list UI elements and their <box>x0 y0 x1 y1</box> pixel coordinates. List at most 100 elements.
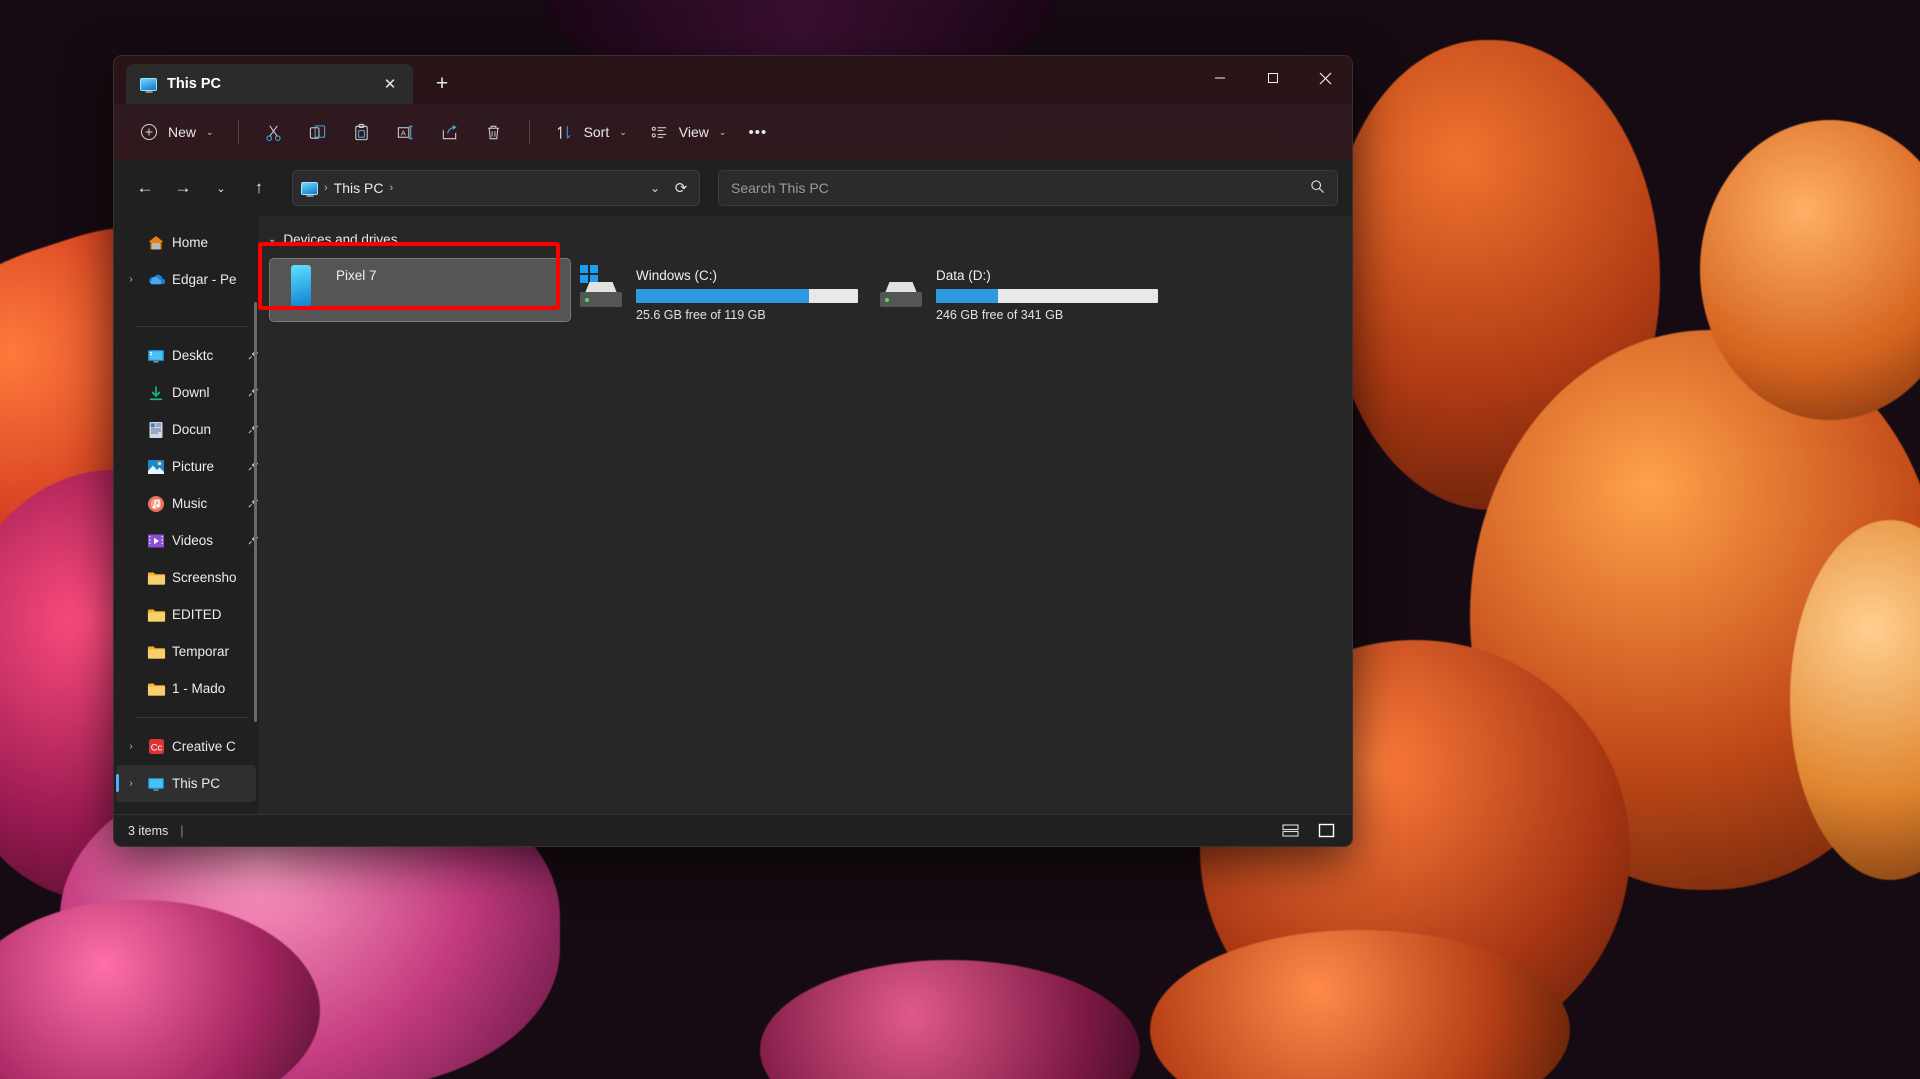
sort-button-label: Sort <box>584 124 610 140</box>
sidebar-item-label: Edgar - Pe <box>172 272 237 287</box>
view-icon <box>649 121 671 143</box>
sidebar-divider <box>136 717 248 718</box>
window-titlebar[interactable]: This PC ✕ + <box>114 56 1352 104</box>
file-explorer-window: This PC ✕ + New ⌄ <box>113 55 1353 847</box>
sidebar-item-desktc[interactable]: Desktc <box>116 337 256 374</box>
file-list-area[interactable]: ⌄ Devices and drives Pixel 7Windows (C:)… <box>258 216 1352 814</box>
share-icon <box>439 121 461 143</box>
forward-button[interactable]: → <box>166 171 200 205</box>
sidebar-item-label: Creative C <box>172 739 236 754</box>
sidebar-item-label: Docun <box>172 422 211 437</box>
sidebar-item-this-pc[interactable]: › This PC <box>116 765 256 802</box>
chevron-down-icon: ⌄ <box>206 127 214 138</box>
capacity-bar-fill <box>636 289 809 303</box>
recent-locations-button[interactable]: ⌄ <box>204 171 238 205</box>
chevron-down-icon[interactable]: ⌄ <box>268 234 276 245</box>
delete-button[interactable] <box>473 114 515 150</box>
chevron-down-icon: ⌄ <box>619 127 627 138</box>
minimize-button[interactable] <box>1193 56 1246 100</box>
breadcrumb-item-this-pc[interactable]: This PC <box>334 180 384 196</box>
drive-tile-body: Data (D:)246 GB free of 341 GB <box>936 265 1170 322</box>
wallpaper-blob <box>760 960 1140 1079</box>
sidebar-item-label: Downl <box>172 385 210 400</box>
up-button[interactable]: ↑ <box>242 171 276 205</box>
sidebar-item-music[interactable]: Music <box>116 485 256 522</box>
chevron-right-icon[interactable]: › <box>122 741 140 752</box>
drive-tile-body: Pixel 7 <box>336 265 570 283</box>
pictures-icon <box>146 457 166 477</box>
drive-tile-list: Pixel 7Windows (C:)25.6 GB free of 119 G… <box>268 259 1352 321</box>
list-view-button[interactable] <box>1278 820 1302 842</box>
breadcrumb-bar[interactable]: › This PC › ⌄ ⟳ <box>292 170 700 206</box>
windows-drive-icon <box>578 265 624 311</box>
navigation-pane: Home › Edgar - Pe Desktc Downl Docun Picture Mu… <box>114 216 258 814</box>
sort-icon <box>554 121 576 143</box>
drive-tile-pixel-7[interactable]: Pixel 7 <box>270 259 570 321</box>
downloads-icon <box>146 383 166 403</box>
back-button[interactable]: ← <box>128 171 162 205</box>
drive-name-label: Windows (C:) <box>636 268 870 283</box>
drive-name-label: Pixel 7 <box>336 268 570 283</box>
sidebar-item-videos[interactable]: Videos <box>116 522 256 559</box>
scissors-icon <box>263 121 285 143</box>
drive-tile-data-d[interactable]: Data (D:)246 GB free of 341 GB <box>870 259 1170 321</box>
sidebar-item-label: Picture <box>172 459 214 474</box>
sidebar-item-creative-c[interactable]: › Cc Creative C <box>116 728 256 765</box>
sidebar-item-label: This PC <box>172 776 220 791</box>
copy-icon <box>307 121 329 143</box>
sidebar-item-edgar-pe[interactable]: › Edgar - Pe <box>116 261 256 298</box>
search-icon[interactable] <box>1310 179 1325 197</box>
group-header-devices-and-drives[interactable]: ⌄ Devices and drives <box>268 232 1352 247</box>
sort-button[interactable]: Sort ⌄ <box>544 114 637 150</box>
command-toolbar: New ⌄ A <box>114 104 1352 160</box>
home-icon <box>146 233 166 253</box>
sidebar-item-label: 1 - Mado <box>172 681 225 696</box>
chevron-right-icon[interactable]: › <box>122 778 140 789</box>
search-input[interactable] <box>731 180 1310 196</box>
sidebar-item-edited[interactable]: EDITED <box>116 596 256 633</box>
sidebar-item-label: Music <box>172 496 207 511</box>
new-button[interactable]: New ⌄ <box>128 114 224 150</box>
sidebar-item-picture[interactable]: Picture <box>116 448 256 485</box>
close-window-button[interactable] <box>1299 56 1352 100</box>
close-tab-icon[interactable]: ✕ <box>377 71 403 97</box>
capacity-bar-fill <box>936 289 998 303</box>
folder-icon <box>146 642 166 662</box>
sidebar-item-temporar[interactable]: Temporar <box>116 633 256 670</box>
search-box[interactable] <box>718 170 1338 206</box>
sidebar-item-home[interactable]: Home <box>116 224 256 261</box>
breadcrumb-dropdown-icon[interactable]: ⌄ <box>645 178 665 198</box>
tab-this-pc[interactable]: This PC ✕ <box>126 64 413 104</box>
plus-circle-icon <box>138 121 160 143</box>
new-tab-button[interactable]: + <box>425 67 459 101</box>
copy-button[interactable] <box>297 114 339 150</box>
maximize-button[interactable] <box>1246 56 1299 100</box>
breadcrumb-separator: › <box>389 182 393 194</box>
this-pc-icon <box>301 182 318 195</box>
window-controls <box>1193 56 1352 100</box>
sidebar-scrollbar[interactable] <box>254 302 257 722</box>
creative-cloud-icon: Cc <box>146 737 166 757</box>
drive-tile-windows-c[interactable]: Windows (C:)25.6 GB free of 119 GB <box>570 259 870 321</box>
paste-button[interactable] <box>341 114 383 150</box>
sidebar-item-1-mado[interactable]: 1 - Mado <box>116 670 256 707</box>
svg-text:A: A <box>401 128 407 137</box>
view-button[interactable]: View ⌄ <box>639 114 737 150</box>
chevron-down-icon: ⌄ <box>719 127 727 138</box>
breadcrumb-separator: › <box>324 182 328 194</box>
drive-free-space-label: 246 GB free of 341 GB <box>936 308 1170 322</box>
status-bar: 3 items | <box>114 814 1352 846</box>
sidebar-item-screensho[interactable]: Screensho <box>116 559 256 596</box>
capacity-bar <box>936 289 1158 303</box>
sidebar-item-docun[interactable]: Docun <box>116 411 256 448</box>
chevron-right-icon[interactable]: › <box>122 274 140 285</box>
refresh-icon[interactable]: ⟳ <box>671 178 691 198</box>
address-bar-row: ← → ⌄ ↑ › This PC › ⌄ ⟳ <box>114 160 1352 216</box>
paste-icon <box>351 121 373 143</box>
sidebar-item-downl[interactable]: Downl <box>116 374 256 411</box>
rename-button[interactable]: A <box>385 114 427 150</box>
cut-button[interactable] <box>253 114 295 150</box>
detail-view-button[interactable] <box>1314 820 1338 842</box>
share-button[interactable] <box>429 114 471 150</box>
more-options-button[interactable]: ••• <box>738 114 777 150</box>
